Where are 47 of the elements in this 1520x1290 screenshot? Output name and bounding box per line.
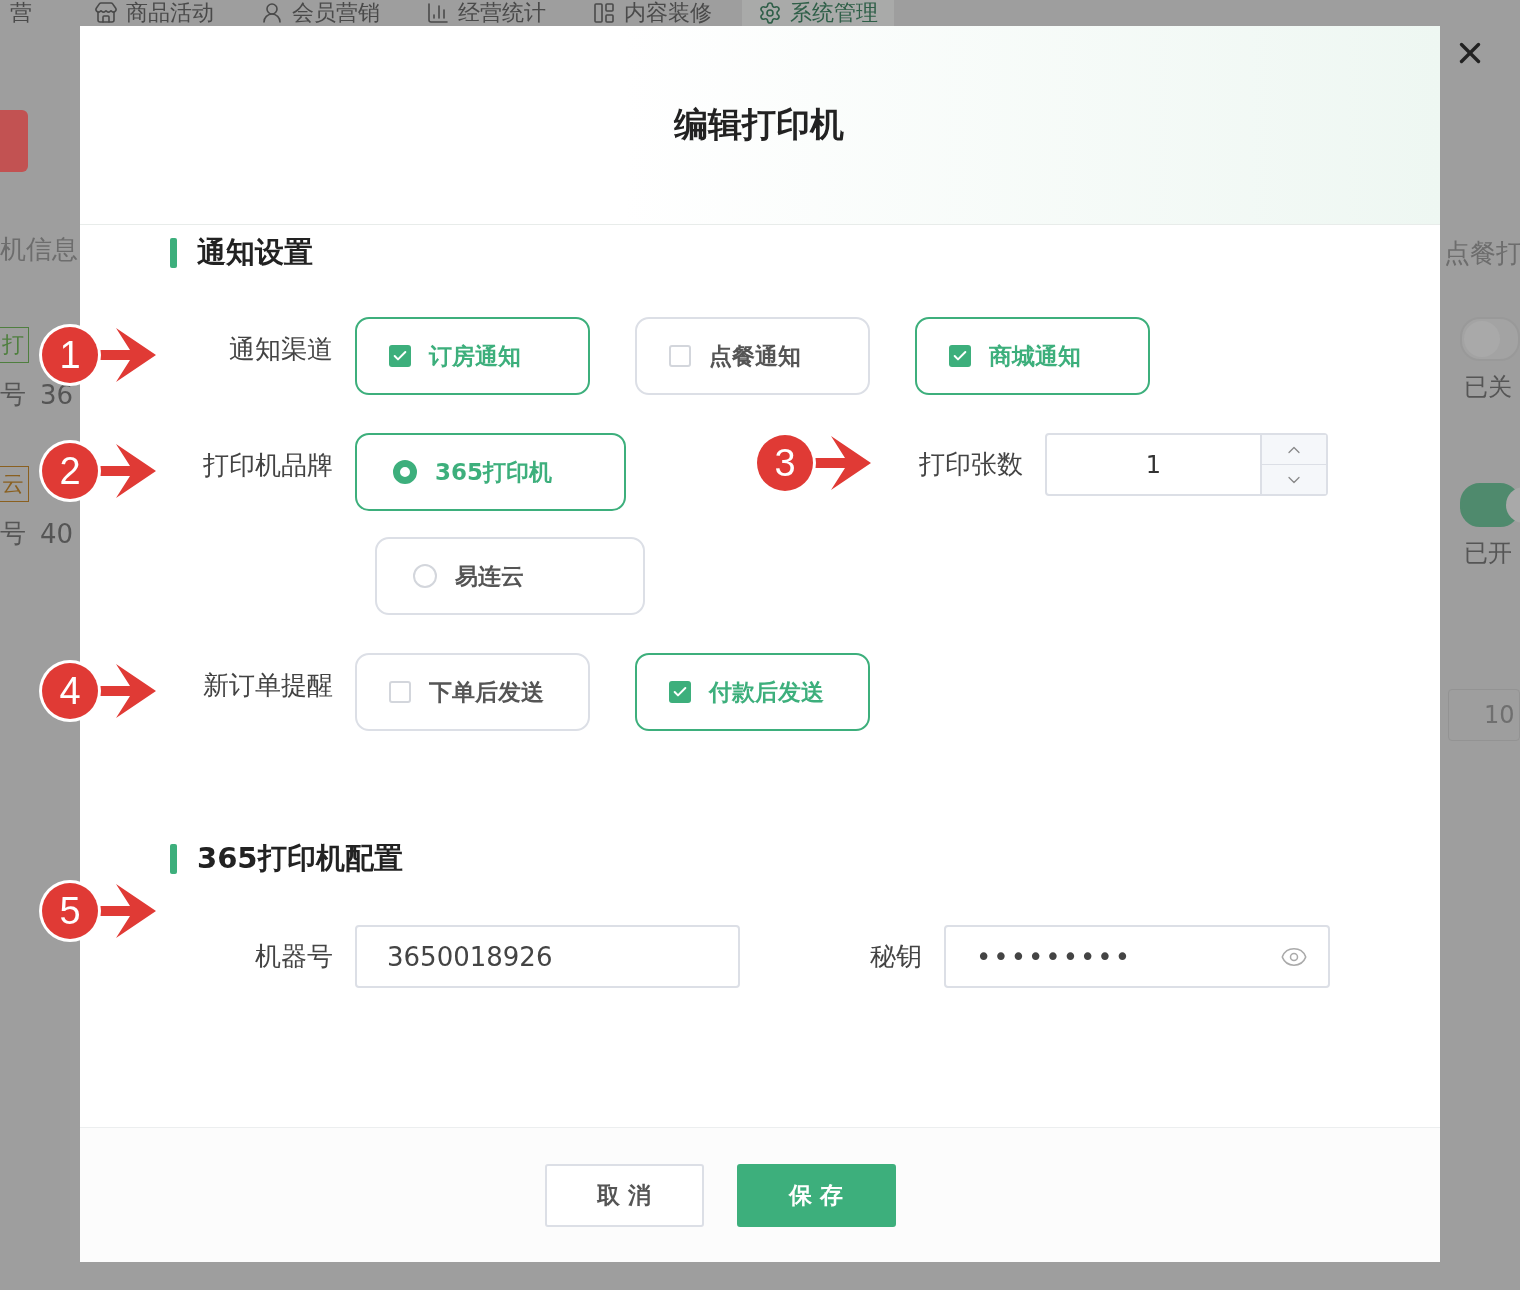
nav-tab[interactable]: 会员营销 xyxy=(244,0,396,26)
checkbox-option[interactable]: 付款后发送 xyxy=(635,653,870,731)
section-title: 通知设置 xyxy=(197,234,313,271)
section-marker xyxy=(170,238,177,268)
toggle-switch[interactable] xyxy=(1460,483,1520,527)
checkbox-option[interactable]: 商城通知 xyxy=(915,317,1150,395)
user-icon xyxy=(260,1,284,25)
checkbox[interactable] xyxy=(389,345,411,367)
chart-icon xyxy=(426,1,450,25)
field-label: 打印张数 xyxy=(918,448,1023,481)
layout-icon xyxy=(592,1,616,25)
nav-tab[interactable]: 营 xyxy=(0,0,48,26)
checkbox-option[interactable]: 点餐通知 xyxy=(635,317,870,395)
nav-tab[interactable]: 内容装修 xyxy=(576,0,728,26)
password-field[interactable]: ••••••••• xyxy=(944,925,1330,988)
table-text: 40 xyxy=(40,518,74,549)
table-text: 号 xyxy=(0,517,26,550)
field-label: 新订单提醒 xyxy=(202,669,333,702)
field-label: 机器号 xyxy=(254,940,333,973)
section-marker xyxy=(170,844,177,874)
cancel-button[interactable]: 取 消 xyxy=(544,1163,704,1227)
checkbox-option[interactable]: 订房通知 xyxy=(355,317,590,395)
radio-option[interactable]: 365打印机 xyxy=(355,433,626,511)
status-text: 已关 xyxy=(1464,372,1512,403)
field-label: 秘钥 xyxy=(869,940,922,973)
store-icon xyxy=(94,1,118,25)
field-label: 通知渠道 xyxy=(228,333,333,366)
save-button[interactable]: 保 存 xyxy=(736,1163,896,1227)
nav-tab[interactable]: 系统管理 xyxy=(742,0,894,26)
radio-option[interactable]: 易连云 xyxy=(375,537,645,615)
section-title: 365打印机配置 xyxy=(197,840,403,877)
checkbox[interactable] xyxy=(669,345,691,367)
nav-tab[interactable]: 经营统计 xyxy=(410,0,562,26)
dialog-title: 编辑打印机 xyxy=(674,103,844,146)
checkbox[interactable] xyxy=(389,681,411,703)
input-field[interactable]: 3650018926 xyxy=(355,925,740,988)
checkbox-option[interactable]: 下单后发送 xyxy=(355,653,590,731)
checkbox[interactable] xyxy=(949,345,971,367)
field-label: 打印机品牌 xyxy=(202,449,333,482)
number-field[interactable]: 1 xyxy=(1045,433,1328,496)
printer-tag: 云 xyxy=(0,466,29,502)
checkbox[interactable] xyxy=(669,681,691,703)
status-text: 已开 xyxy=(1464,538,1512,569)
table-text: 号 xyxy=(0,378,26,411)
nav-tab[interactable]: 商品活动 xyxy=(78,0,230,26)
printer-tag: 打 xyxy=(0,327,29,363)
settings-icon xyxy=(758,1,782,25)
